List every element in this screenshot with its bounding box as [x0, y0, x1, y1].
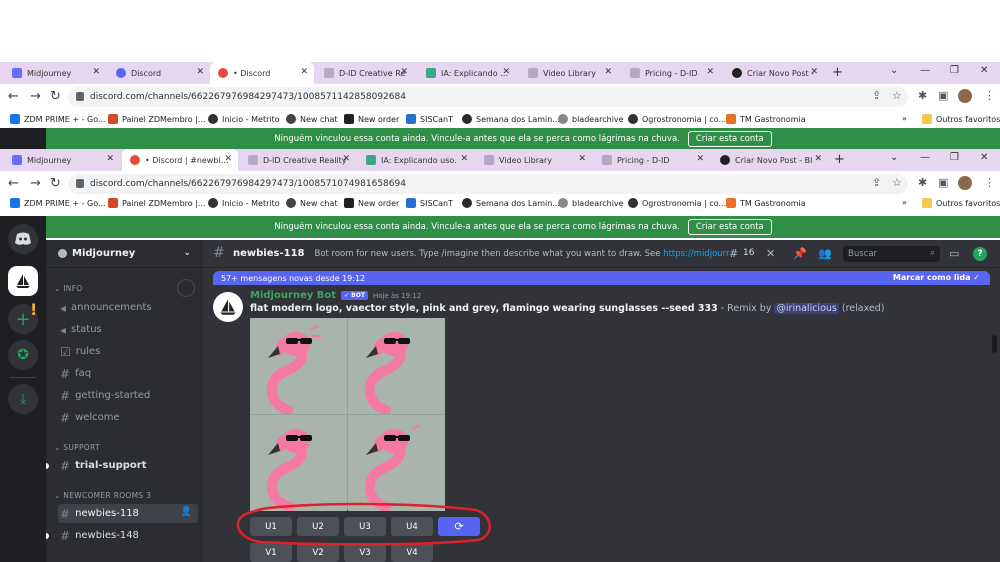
annotation-overlay	[236, 502, 491, 546]
screen: Midjourney ✕ Discord ✕ • Discord ✕ D-ID Cre…	[0, 0, 1000, 562]
red-circle-annotation	[236, 502, 491, 546]
